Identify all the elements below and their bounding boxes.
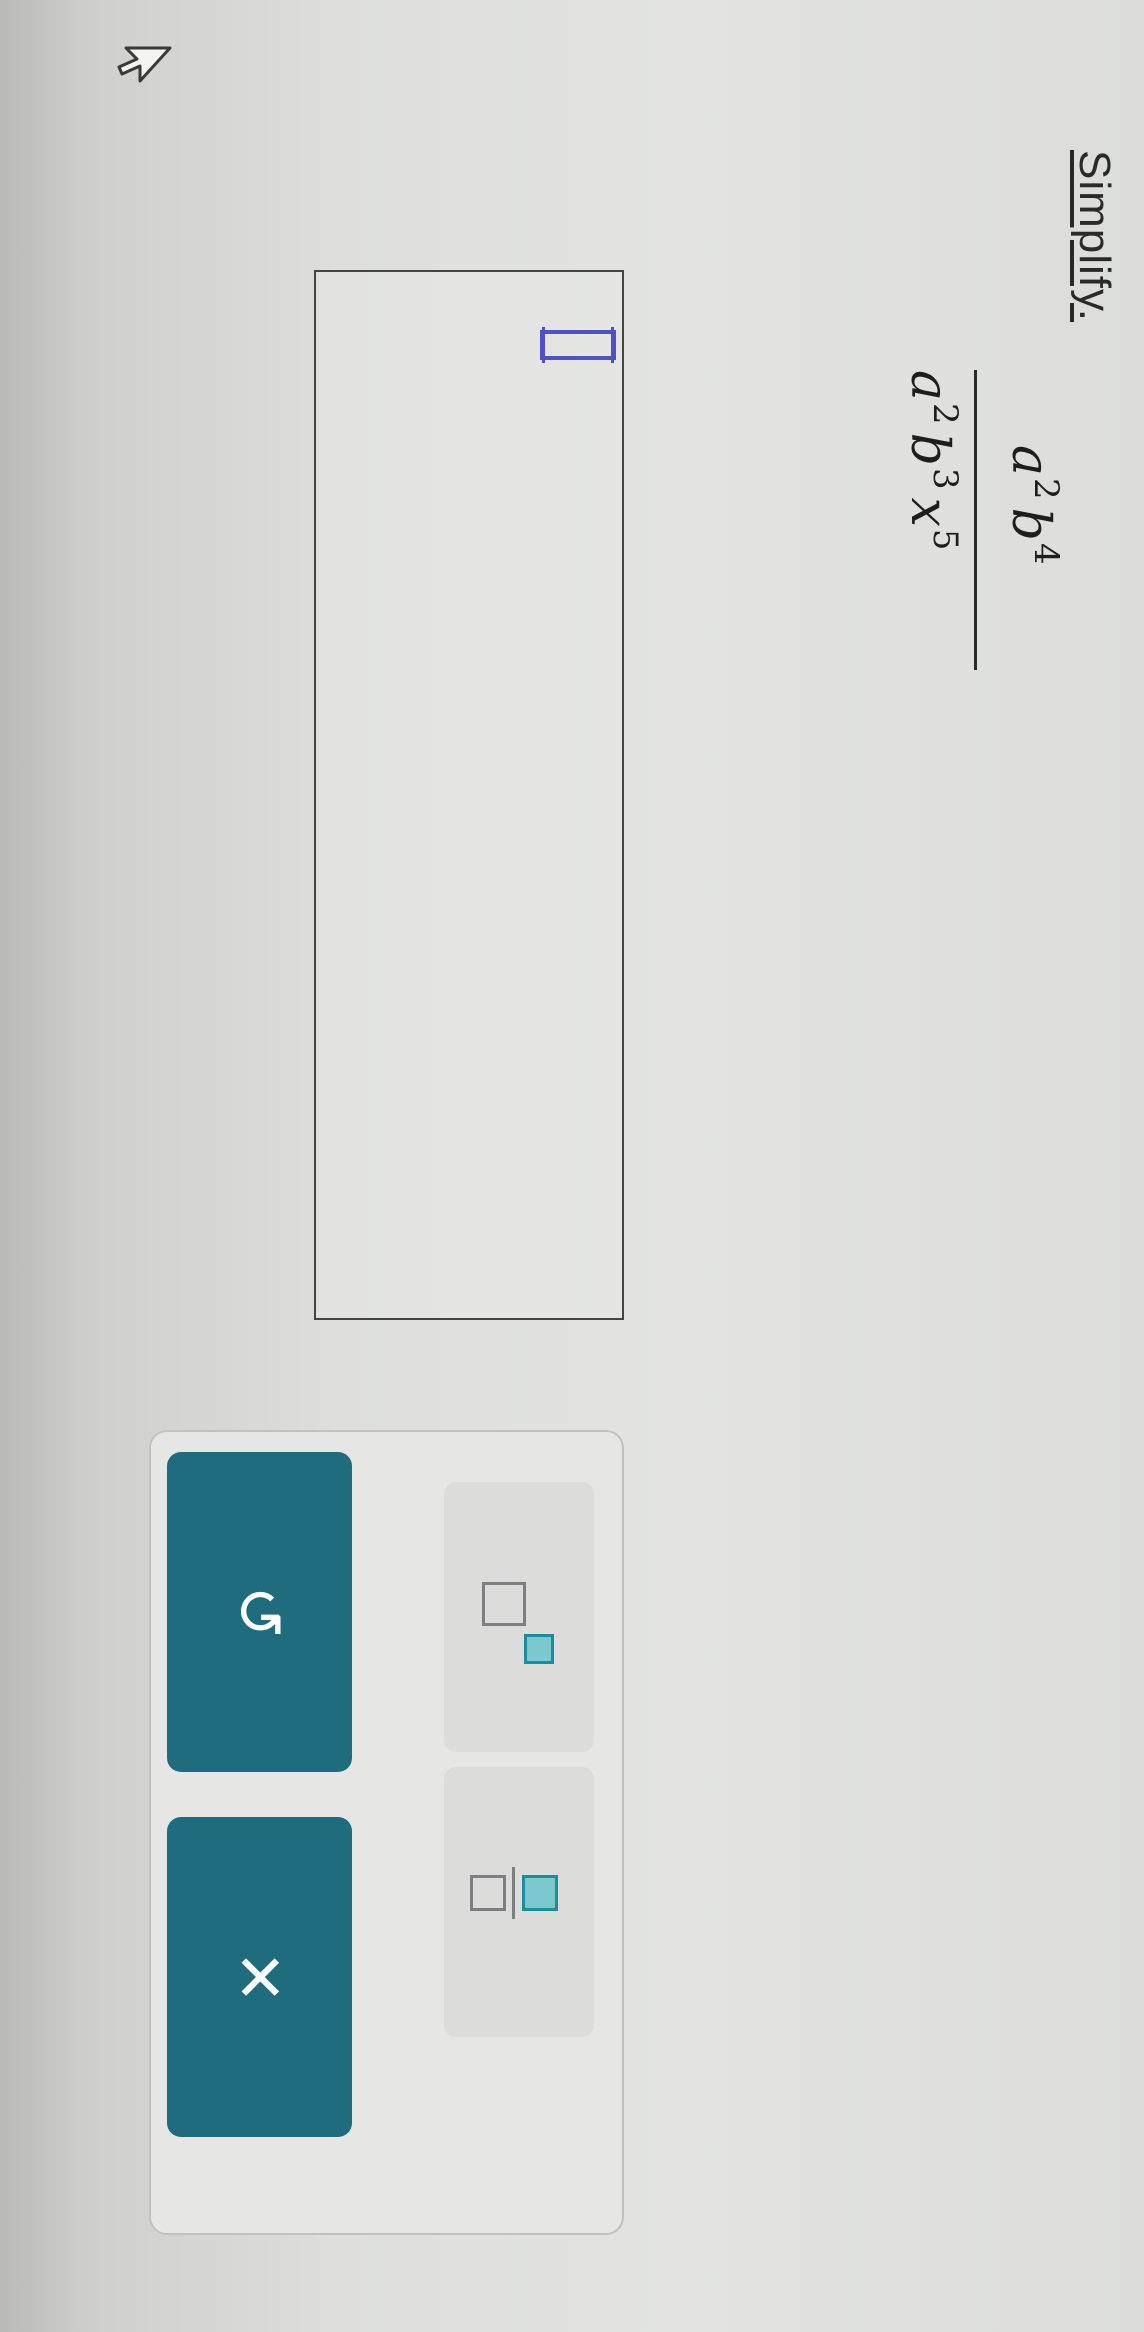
denominator-base-b: b <box>899 432 959 466</box>
clear-button[interactable]: ✕ <box>167 1817 352 2137</box>
exponent-placeholder-icon <box>524 1634 554 1664</box>
numerator-exponent-a: 2 <box>1026 478 1066 500</box>
problem-instruction: Simplify. <box>1070 150 1119 322</box>
page: Simplify. a2b4 a2b3x5 ↺ ✕ <box>0 0 1144 2332</box>
close-icon: ✕ <box>223 1950 296 2004</box>
mouse-pointer-icon <box>117 46 172 83</box>
numerator-exponent-b: 4 <box>1026 542 1066 565</box>
fraction-bar-icon <box>512 1867 515 1919</box>
answer-cursor <box>540 330 616 360</box>
denominator-exponent-a: 2 <box>925 403 965 425</box>
expression-denominator: a2 b3 x5 <box>899 370 965 559</box>
numerator-base-a: a <box>1000 445 1060 477</box>
exponent-button[interactable] <box>444 1482 594 1752</box>
denominator-base-a: a <box>899 370 959 402</box>
denominator-base-x: x <box>899 497 959 527</box>
denominator-exponent-x: 5 <box>925 528 965 551</box>
undo-button[interactable]: ↺ <box>167 1452 352 1772</box>
numerator-base-b: b <box>1000 507 1060 541</box>
problem-expression: a2b4 a2b3x5 <box>877 340 1082 670</box>
undo-icon: ↺ <box>223 1585 296 1639</box>
exponent-base-placeholder-icon <box>482 1582 526 1626</box>
fraction-bar <box>974 370 977 670</box>
denominator-exponent-b: 3 <box>925 467 965 490</box>
fraction-button[interactable] <box>444 1767 594 2037</box>
answer-input[interactable] <box>314 270 624 1320</box>
fraction-numerator-placeholder-icon <box>522 1875 558 1911</box>
expression-numerator: a2 b4 <box>1000 445 1066 573</box>
fraction-denominator-placeholder-icon <box>470 1875 506 1911</box>
math-toolbar: ↺ ✕ <box>149 1430 624 2235</box>
